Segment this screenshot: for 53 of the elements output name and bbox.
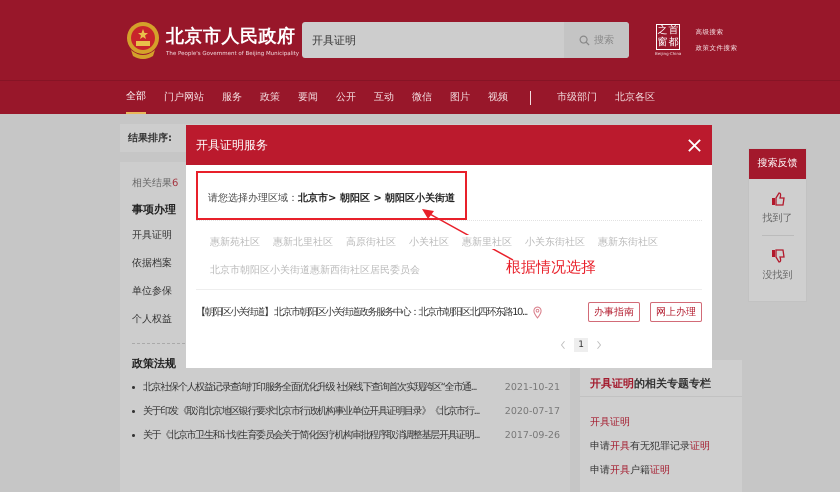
- page-button[interactable]: 1: [574, 338, 588, 352]
- policy-link[interactable]: 关于《北京市卫生和计划生育委员会关于简化医疗机构审批程序取消调整基层开具证明...: [143, 428, 480, 442]
- policy-link[interactable]: 关于印发《取消北京地区银行要求北京市行政机构事业单位开具证明目录》《北京市行...: [143, 404, 480, 418]
- nav-tab[interactable]: 市级部门: [557, 81, 597, 114]
- service-link[interactable]: 依据档案: [132, 256, 172, 270]
- section-title: 政策法规: [132, 356, 176, 371]
- location-pin-icon[interactable]: [532, 306, 542, 318]
- search-icon: [579, 34, 590, 46]
- nav-tab[interactable]: 政策: [260, 81, 280, 114]
- outline-button[interactable]: 网上办理: [650, 302, 702, 322]
- close-icon[interactable]: [687, 138, 702, 152]
- feedback-title: 搜索反馈: [749, 149, 806, 179]
- service-link[interactable]: 开具证明: [132, 228, 172, 242]
- annotation-text: 根据情况选择: [506, 258, 596, 277]
- policy-link[interactable]: 北京社保个人权益记录查询打印服务全面优化升级 社保线下查询首次实现跨区“全市通...: [143, 380, 476, 394]
- policy-date: 2021-10-21: [504, 382, 560, 392]
- nav-tab[interactable]: 服务: [222, 81, 242, 114]
- nav-tab[interactable]: 微信: [412, 81, 432, 114]
- service-point: 【朝阳区小关街道】 北京市朝阳区小关街道政务服务中心：北京市朝阳区北四环东路10...: [196, 306, 527, 319]
- feedback-option[interactable]: 找到了: [762, 179, 792, 235]
- service-link[interactable]: 单位参保: [132, 284, 172, 298]
- result-count: 相关结果6: [132, 176, 178, 190]
- search-field[interactable]: 开具证明 搜索: [302, 22, 629, 58]
- region-path: 请您选择办理区域：北京市> 朝阳区 > 朝阳区小关街道: [208, 193, 456, 204]
- next-page-icon[interactable]: [596, 340, 602, 350]
- sort-label: 结果排序:: [128, 131, 172, 145]
- nav-tab[interactable]: 要闻: [298, 81, 318, 114]
- nav-tab[interactable]: 公开: [336, 81, 356, 114]
- topics-title: 开具证明的相关专题专栏: [590, 377, 711, 390]
- policy-date: 2020-07-17: [504, 406, 560, 416]
- previous-page-icon[interactable]: [560, 340, 566, 350]
- topic-link[interactable]: 开具证明: [590, 415, 630, 429]
- outline-button[interactable]: 办事指南: [588, 302, 640, 322]
- policy-date: 2017-09-26: [504, 430, 560, 440]
- modal-title: 开具证明服务: [196, 136, 268, 154]
- site-title: 北京市人民政府: [166, 24, 296, 48]
- bullet-icon: [132, 434, 135, 436]
- service-link[interactable]: 个人权益: [132, 312, 172, 326]
- topic-link[interactable]: 申请开具户籍证明: [590, 463, 670, 477]
- feedback-option[interactable]: 没找到: [762, 236, 792, 292]
- section-title: 事项办理: [132, 202, 176, 217]
- topic-link[interactable]: 申请开具有无犯罪记录证明: [590, 439, 710, 453]
- nav-tab[interactable]: 图片: [450, 81, 470, 114]
- nav-tab[interactable]: 互动: [374, 81, 394, 114]
- thumbs-up-icon: [770, 192, 784, 206]
- nav-tab[interactable]: 北京各区: [615, 81, 655, 114]
- nav-tab[interactable]: 全部: [126, 81, 146, 114]
- emblem-icon: [126, 20, 160, 60]
- bullet-icon: [132, 410, 135, 412]
- thumbs-down-icon: [770, 249, 784, 263]
- nav-tab[interactable]: 门户网站: [164, 81, 204, 114]
- nav-tab[interactable]: 视频: [488, 81, 508, 114]
- bullet-icon: [132, 386, 135, 388]
